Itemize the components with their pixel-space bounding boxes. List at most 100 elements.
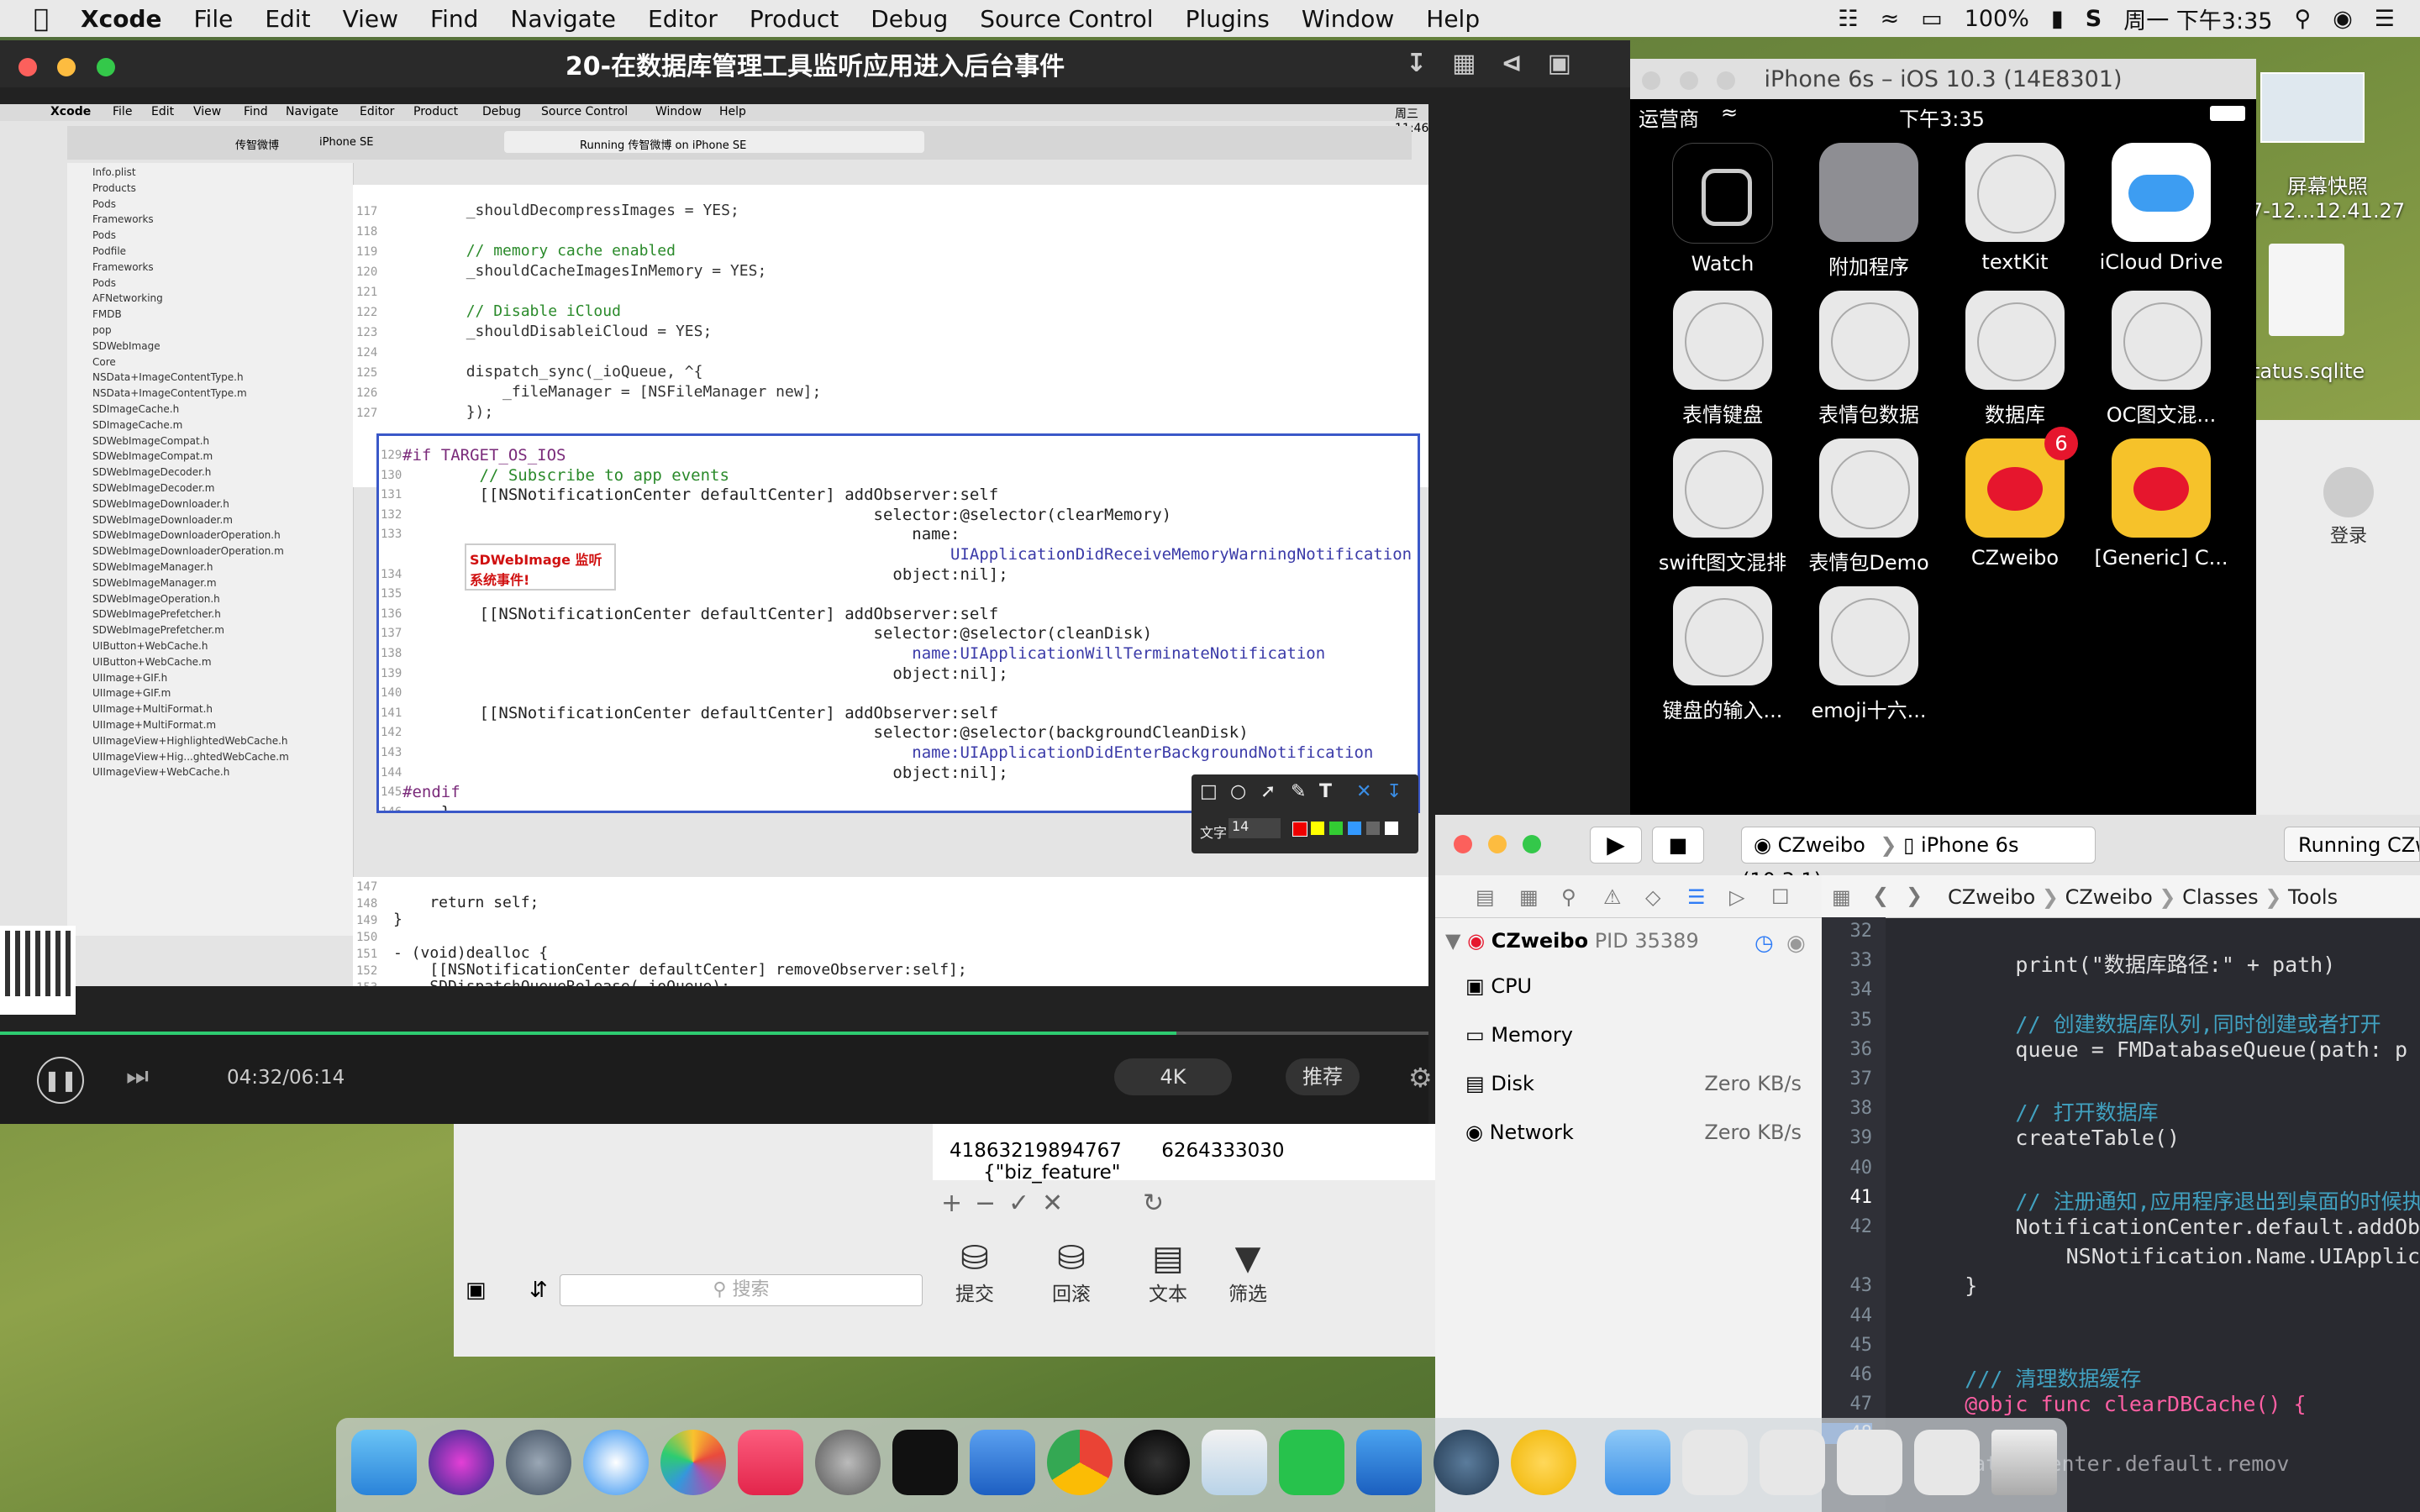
- pip-icon[interactable]: ▣: [1548, 49, 1597, 78]
- color-yellow-swatch[interactable]: [1311, 822, 1324, 835]
- cancel-icon[interactable]: ✕: [1042, 1189, 1063, 1218]
- window-thumbnail-icon[interactable]: [1914, 1430, 1980, 1495]
- sidebar-toggle-icon[interactable]: ▣: [466, 1278, 487, 1303]
- related-items-icon[interactable]: ▦: [1832, 885, 1851, 909]
- pause-icon[interactable]: ❚❚: [37, 1057, 84, 1104]
- pen-tool-icon[interactable]: ✎: [1291, 781, 1306, 802]
- menu-debug[interactable]: Debug: [871, 5, 948, 33]
- login-label[interactable]: 登录: [2330, 521, 2367, 548]
- quality-button[interactable]: 4K: [1114, 1058, 1232, 1095]
- annotation-note[interactable]: SDWebImage 监听系统事件!: [465, 543, 616, 591]
- safari-icon[interactable]: [583, 1430, 649, 1495]
- forward-icon[interactable]: ❯: [1906, 884, 1923, 907]
- downloads-folder-icon[interactable]: [1605, 1430, 1670, 1495]
- progress-track[interactable]: [0, 1032, 1428, 1035]
- gauge-memory[interactable]: ▭ Memory: [1465, 1023, 1802, 1047]
- wifi-icon[interactable]: ≈: [1881, 6, 1900, 32]
- add-row-icon[interactable]: +: [941, 1189, 962, 1218]
- terminal-icon[interactable]: [892, 1430, 958, 1495]
- zoom-button[interactable]: [96, 58, 115, 76]
- sourcetree-icon[interactable]: [1434, 1430, 1499, 1495]
- adjust-icon[interactable]: ⇵: [529, 1278, 548, 1303]
- launchpad-icon[interactable]: [506, 1430, 571, 1495]
- run-button[interactable]: ▶: [1590, 827, 1642, 864]
- input-method-icon[interactable]: ☷: [1838, 6, 1858, 32]
- simulator-icon[interactable]: [1356, 1430, 1422, 1495]
- app-icon[interactable]: [1511, 1430, 1576, 1495]
- breadcrumb-item[interactable]: Tools: [2288, 885, 2338, 909]
- app-emoji-hex[interactable]: emoji十六...: [1797, 586, 1940, 723]
- app-watch[interactable]: Watch: [1651, 143, 1794, 276]
- color-red-swatch[interactable]: [1292, 822, 1307, 837]
- process-row[interactable]: ▼ ◉ CZweibo PID 35389: [1445, 929, 1699, 953]
- next-icon[interactable]: ⏭: [126, 1062, 149, 1091]
- back-icon[interactable]: ❮: [1872, 884, 1889, 907]
- window-thumbnail-icon[interactable]: [1760, 1430, 1825, 1495]
- download-icon[interactable]: ↧: [1406, 49, 1452, 78]
- avatar[interactable]: [2323, 467, 2374, 517]
- battery-icon[interactable]: ▮: [2051, 6, 2064, 32]
- app-extras[interactable]: 附加程序: [1797, 143, 1940, 280]
- stop-button[interactable]: ■: [1652, 827, 1704, 864]
- notification-center-icon[interactable]: ☰: [2375, 6, 2395, 32]
- zoom-button[interactable]: [1717, 71, 1736, 90]
- apple-menu-icon[interactable]: : [34, 4, 49, 34]
- gauge-network[interactable]: ◉ Network Zero KB/s: [1465, 1121, 1802, 1144]
- commit-button[interactable]: ⛁ 提交: [941, 1239, 1008, 1306]
- hierarchy-icon[interactable]: ▦: [1519, 885, 1539, 909]
- text-button[interactable]: ▤ 文本: [1134, 1239, 1202, 1306]
- siri-icon[interactable]: [429, 1430, 494, 1495]
- app-swift-rich-text[interactable]: swift图文混排: [1651, 438, 1794, 575]
- app-icloud-drive[interactable]: iCloud Drive: [2090, 143, 2233, 274]
- iqiyi-icon[interactable]: [1279, 1430, 1344, 1495]
- menu-view[interactable]: View: [343, 5, 398, 33]
- menu-file[interactable]: File: [193, 5, 233, 33]
- refresh-icon[interactable]: ↻: [1143, 1189, 1164, 1218]
- menu-plugins[interactable]: Plugins: [1186, 5, 1270, 33]
- color-gray-swatch[interactable]: [1366, 822, 1380, 835]
- gauge-disk[interactable]: ▤ Disk Zero KB/s: [1465, 1072, 1802, 1095]
- threads-icon[interactable]: ◉: [1786, 931, 1806, 956]
- chrome-icon[interactable]: [1047, 1430, 1113, 1495]
- color-white-swatch[interactable]: [1385, 822, 1398, 835]
- xcode-icon[interactable]: [970, 1430, 1035, 1495]
- arrow-tool-icon[interactable]: ➚: [1260, 781, 1276, 802]
- close-button[interactable]: [18, 58, 37, 76]
- minimize-button[interactable]: [57, 58, 76, 76]
- finder-icon[interactable]: [351, 1430, 417, 1495]
- sqlite-file-label[interactable]: tatus.sqlite: [2252, 360, 2420, 383]
- app-emoji-keyboard[interactable]: 表情键盘: [1651, 291, 1794, 428]
- menu-edit[interactable]: Edit: [265, 5, 310, 33]
- confirm-icon[interactable]: ✓: [1008, 1189, 1029, 1218]
- gauge-cpu[interactable]: ▣ CPU: [1465, 974, 1802, 998]
- app-textkit[interactable]: textKit: [1944, 143, 2086, 274]
- search-input[interactable]: ⚲ 搜索: [560, 1274, 923, 1306]
- save-annotation-icon[interactable]: ↧: [1386, 781, 1402, 802]
- rollback-button[interactable]: ⛁ 回滚: [1038, 1239, 1105, 1306]
- music-icon[interactable]: [738, 1430, 803, 1495]
- color-blue-swatch[interactable]: [1348, 822, 1361, 835]
- cancel-annotation-icon[interactable]: ✕: [1356, 781, 1371, 802]
- spotlight-icon[interactable]: ⚲: [2294, 6, 2311, 32]
- menu-source-control[interactable]: Source Control: [980, 5, 1153, 33]
- siri-icon[interactable]: ◉: [2333, 6, 2353, 32]
- scheme-selector[interactable]: ◉ CZweibo ❯ ▯ iPhone 6s (10.3.1): [1741, 827, 2096, 892]
- menu-help[interactable]: Help: [1426, 5, 1480, 33]
- sqlite-file-icon[interactable]: [2269, 244, 2344, 336]
- minimize-button[interactable]: [1679, 71, 1698, 90]
- app-emoji-data[interactable]: 表情包数据: [1797, 291, 1940, 428]
- warning-icon[interactable]: ⚠: [1603, 885, 1622, 909]
- system-preferences-icon[interactable]: [815, 1430, 881, 1495]
- maps-icon[interactable]: [1202, 1430, 1267, 1495]
- remove-row-icon[interactable]: −: [975, 1189, 996, 1218]
- app-database[interactable]: 数据库: [1944, 291, 2086, 428]
- folder-icon[interactable]: ▤: [1476, 885, 1495, 909]
- menu-find[interactable]: Find: [430, 5, 478, 33]
- close-button[interactable]: [1642, 71, 1660, 90]
- share-icon[interactable]: ⊲: [1502, 49, 1548, 78]
- gauge-icon[interactable]: ◷: [1754, 931, 1774, 956]
- menu-product[interactable]: Product: [750, 5, 839, 33]
- rectangle-tool-icon[interactable]: □: [1200, 781, 1218, 802]
- breakpoint-icon[interactable]: ▷: [1729, 885, 1744, 909]
- menu-navigate[interactable]: Navigate: [510, 5, 616, 33]
